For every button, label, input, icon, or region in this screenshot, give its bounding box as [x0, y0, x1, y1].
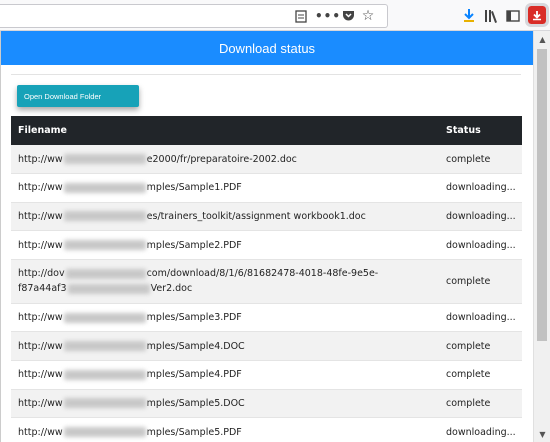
browser-toolbar: ••• ☆: [0, 0, 550, 31]
filename-cell: http://ww mples/Sample2.PDF: [11, 231, 441, 260]
filename-cell: http://ww e2000/fr/preparatoire-2002.doc: [11, 145, 441, 174]
filename-cell: http://ww mples/Sample4.PDF: [11, 361, 441, 390]
filename-cell: http://ww mples/Sample4.DOC: [11, 332, 441, 361]
filename-text: http://ww: [18, 239, 63, 251]
table-row: http://ww mples/Sample2.PDF downloading...: [11, 231, 522, 260]
filename-text: mples/Sample4.DOC: [146, 340, 245, 352]
redacted-url-segment: [63, 369, 146, 380]
table-row: http://ww mples/Sample1.PDF downloading...: [11, 174, 522, 203]
status-cell: downloading...: [446, 210, 516, 222]
pocket-icon[interactable]: [340, 8, 356, 24]
table-row: http://ww mples/Sample3.PDF downloading...: [11, 303, 522, 332]
filename-text: es/trainers_toolkit/assignment workbook1…: [146, 210, 366, 222]
table-row: http://dov com/download/8/1/6/81682478-40…: [11, 259, 522, 304]
open-download-folder-button[interactable]: Open Download Folder: [17, 85, 139, 107]
scroll-down-arrow-icon[interactable]: ▼: [534, 426, 550, 442]
column-header-status: Status: [446, 125, 481, 136]
status-cell: downloading...: [446, 426, 516, 438]
redacted-url-segment: [63, 312, 146, 323]
filename-text: f87a44af3: [18, 283, 67, 295]
status-cell: downloading...: [446, 312, 516, 324]
filename-text: http://ww: [18, 210, 63, 222]
reader-view-icon[interactable]: [293, 8, 309, 24]
extension-icon[interactable]: [525, 3, 549, 27]
table-row: http://ww mples/Sample5.PDF downloading...: [11, 418, 522, 442]
status-cell: downloading...: [446, 239, 516, 251]
popup-header: Download status: [1, 31, 533, 65]
filename-text: http://ww: [18, 397, 63, 409]
filename-text: http://ww: [18, 369, 63, 381]
filename-text: http://ww: [18, 340, 63, 352]
library-icon[interactable]: [483, 7, 501, 25]
url-bar[interactable]: ••• ☆: [0, 4, 388, 28]
filename-text: mples/Sample4.PDF: [146, 369, 242, 381]
more-actions-icon[interactable]: •••: [315, 8, 340, 24]
filename-text: http://ww: [18, 312, 63, 324]
scroll-thumb[interactable]: [537, 49, 547, 341]
filename-text: mples/Sample3.PDF: [146, 312, 242, 324]
redacted-url-segment: [63, 398, 146, 409]
filename-text: mples/Sample2.PDF: [146, 239, 242, 251]
status-cell: downloading...: [446, 182, 516, 194]
filename-text: http://dov: [18, 268, 65, 280]
column-header-filename: Filename: [18, 125, 67, 136]
filename-cell: http://dov com/download/8/1/6/81682478-40…: [11, 259, 441, 303]
table-header-row: Filename Status: [11, 116, 522, 145]
table-row: http://ww mples/Sample5.DOC complete: [11, 389, 522, 418]
table-row: http://ww mples/Sample4.PDF complete: [11, 361, 522, 390]
table-row: http://ww e2000/fr/preparatoire-2002.doc c…: [11, 145, 522, 174]
table-row: http://ww mples/Sample4.DOC complete: [11, 331, 522, 361]
redacted-url-segment: [63, 341, 146, 352]
redacted-url-segment: [63, 211, 146, 222]
popup-title: Download status: [218, 40, 316, 56]
redacted-url-segment: [63, 427, 146, 438]
table-row: http://ww es/trainers_toolkit/assignment …: [11, 202, 522, 231]
status-cell: complete: [446, 369, 491, 381]
filename-cell: http://ww mples/Sample5.DOC: [11, 389, 441, 418]
status-cell: complete: [446, 397, 491, 409]
filename-text: http://ww: [18, 426, 63, 438]
scroll-up-arrow-icon[interactable]: ▲: [534, 31, 550, 47]
redacted-url-segment: [65, 268, 146, 279]
divider: [11, 74, 521, 75]
download-status-popup: Download status Open Download Folder Fil…: [0, 31, 533, 442]
filename-text: mples/Sample5.DOC: [146, 397, 245, 409]
filename-cell: http://ww mples/Sample5.PDF: [11, 418, 441, 442]
bookmark-star-icon[interactable]: ☆: [360, 8, 376, 24]
filename-text: com/download/8/1/6/81682478-4018-48fe-9e…: [146, 268, 379, 280]
status-cell: complete: [446, 275, 491, 287]
filename-text: mples/Sample1.PDF: [146, 182, 242, 194]
filename-text: mples/Sample5.PDF: [146, 426, 242, 438]
download-arrow-icon[interactable]: [460, 7, 478, 25]
scrollbar[interactable]: ▲ ▼: [533, 31, 550, 442]
redacted-url-segment: [63, 154, 146, 165]
status-cell: complete: [446, 340, 491, 352]
redacted-url-segment: [63, 240, 146, 251]
filename-text: http://ww: [18, 182, 63, 194]
filename-cell: http://ww mples/Sample3.PDF: [11, 303, 441, 332]
filename-cell: http://ww mples/Sample1.PDF: [11, 174, 441, 203]
sidebar-icon[interactable]: [504, 7, 522, 25]
status-cell: complete: [446, 153, 491, 165]
filename-cell: http://ww es/trainers_toolkit/assignment …: [11, 202, 441, 231]
redacted-url-segment: [67, 283, 150, 294]
filename-text: e2000/fr/preparatoire-2002.doc: [146, 153, 297, 165]
filename-text: Ver2.doc: [150, 283, 193, 295]
filename-text: http://ww: [18, 153, 63, 165]
redacted-url-segment: [63, 182, 146, 193]
downloads-table: Filename Status http://ww e2000/fr/prepar…: [11, 116, 522, 442]
